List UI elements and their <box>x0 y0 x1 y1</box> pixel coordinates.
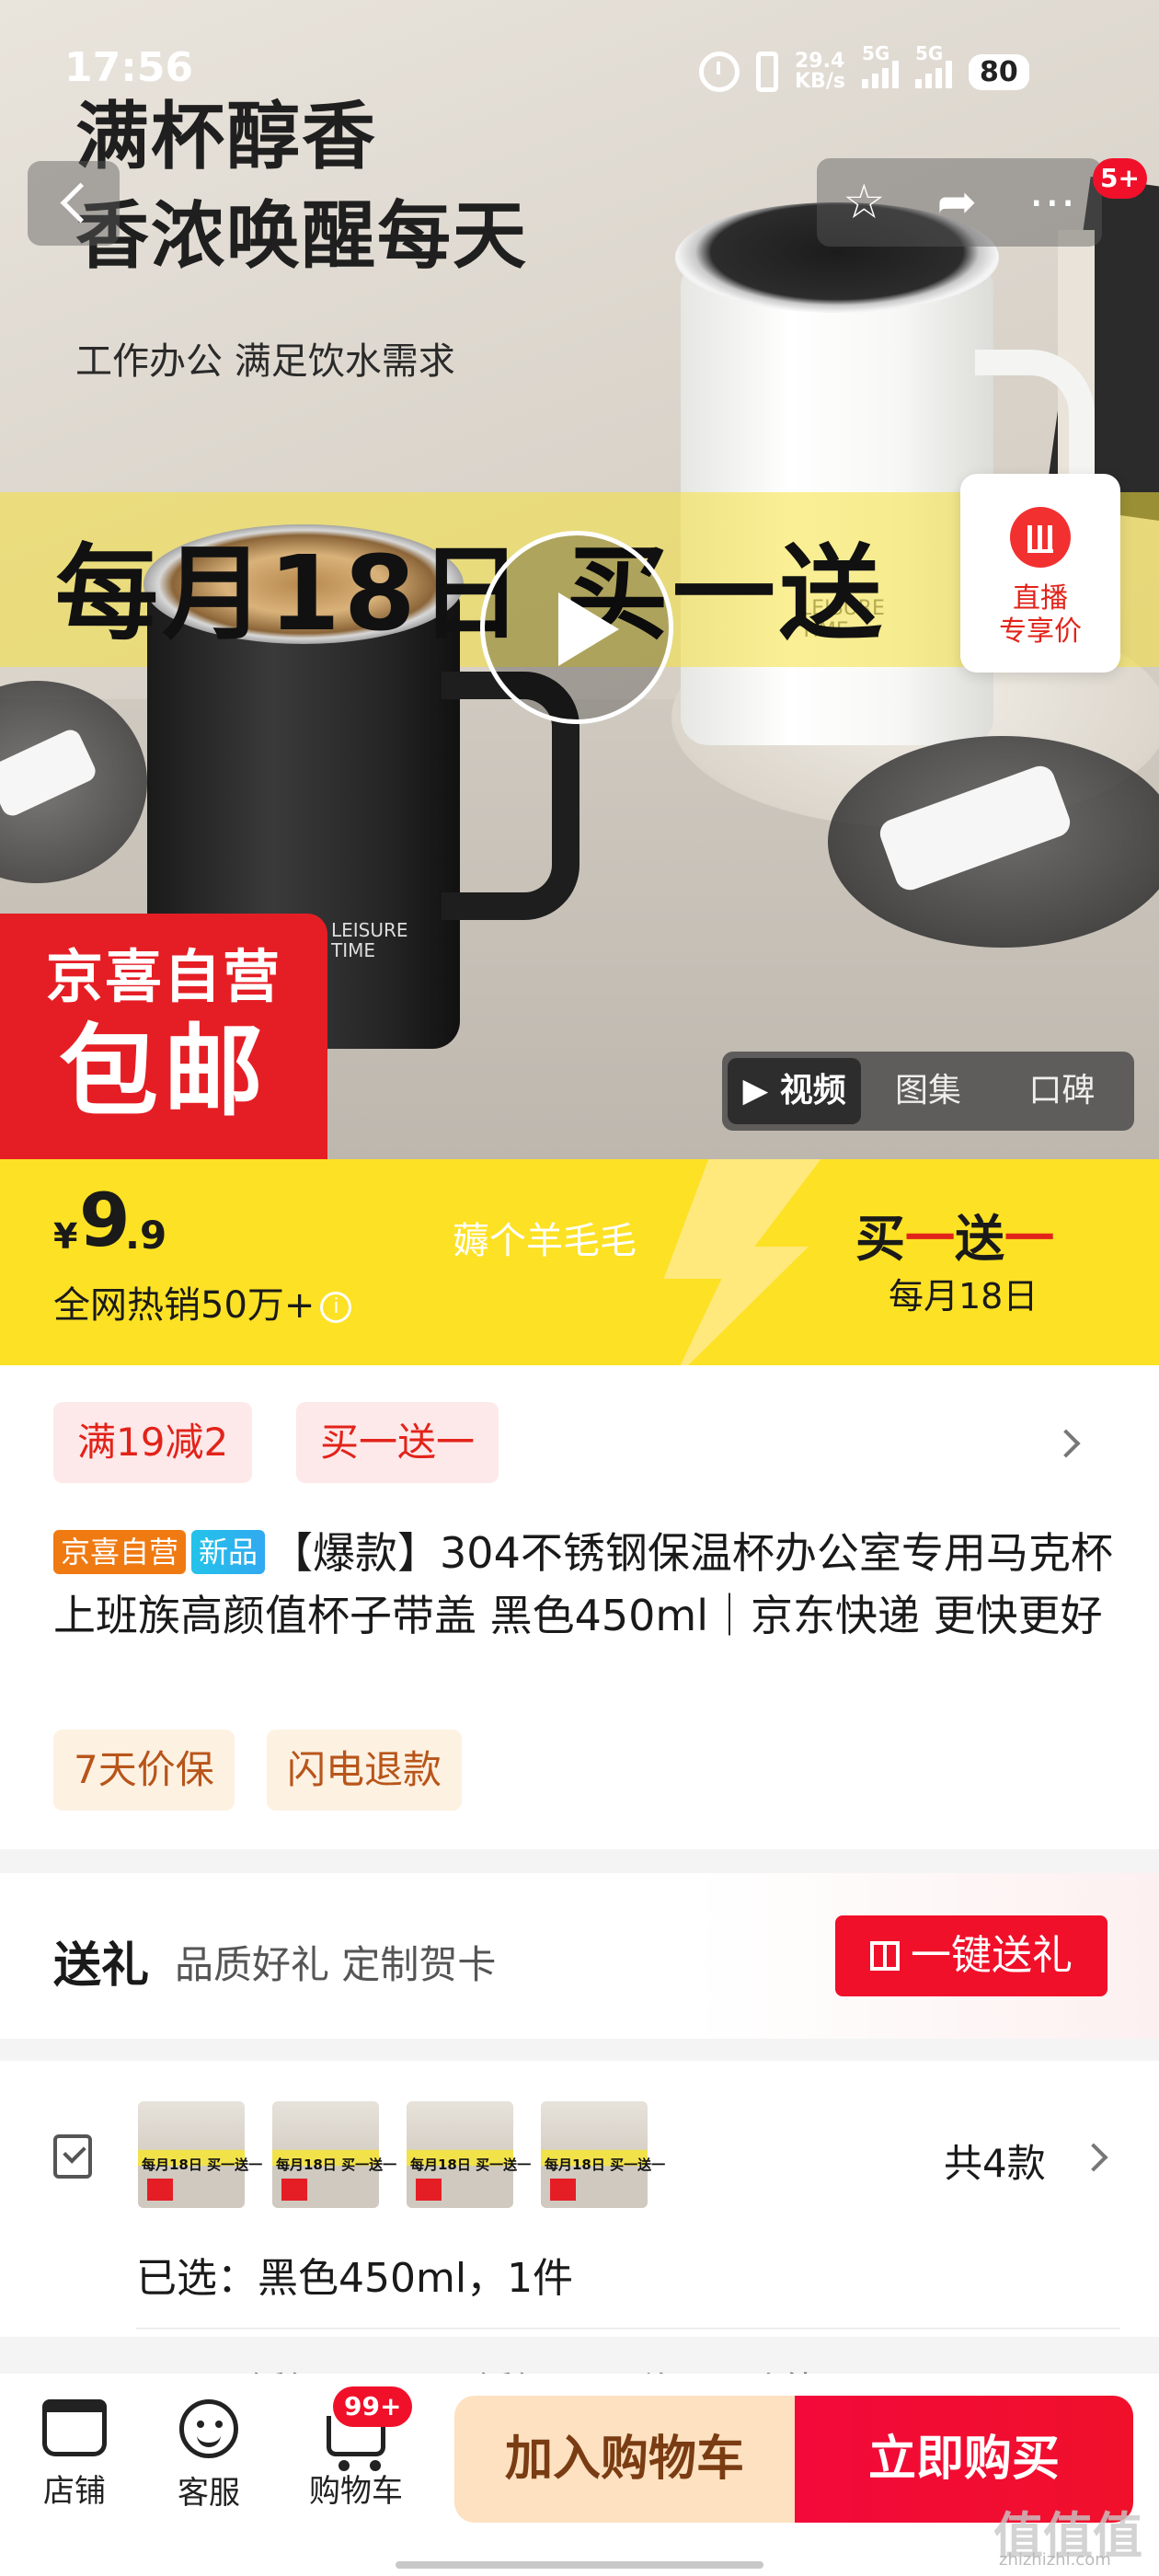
live-price-label: 直播 专享价 <box>999 582 1082 648</box>
hot-sales-label[interactable]: 全网热销50万+ i <box>53 1275 352 1328</box>
live-price-button[interactable]: 直播 专享价 <box>960 474 1120 673</box>
battery-indicator: 80 <box>968 53 1029 90</box>
hero-promo-text: 每月18日 买一送 <box>55 535 886 654</box>
lid-right-image <box>828 736 1159 948</box>
top-actions: ☆ ➦ ⋯ <box>817 158 1102 247</box>
watermark-url: zhizhizhi.com <box>999 2550 1111 2570</box>
spec-selector[interactable]: 每月18日 买一送一 每月18日 买一送一 每月18日 买一送一 每月18日 买… <box>0 2061 1159 2414</box>
net-speed: 29.4 KB/s <box>795 50 845 93</box>
play-video-button[interactable] <box>480 531 673 724</box>
add-to-cart-button[interactable]: 加入购物车 <box>454 2396 795 2523</box>
signal-2-icon: 5G <box>914 42 952 88</box>
coupon-chevron-right-icon[interactable] <box>1051 1429 1081 1458</box>
bottom-action-bar: 店铺 客服 购物车 99+ 加入购物车 立即购买 <box>0 2374 1159 2576</box>
variant-thumbnail[interactable]: 每月18日 买一送一 <box>138 2101 262 2208</box>
banner-slogan: 薅个羊毛毛 <box>453 1220 637 1262</box>
coupon-bogo[interactable]: 买一送一 <box>296 1402 499 1483</box>
customer-service-icon <box>179 2399 238 2458</box>
share-icon[interactable]: ➦ <box>937 178 978 226</box>
store-button[interactable]: 店铺 <box>6 2399 143 2511</box>
spec-check-icon <box>53 2134 92 2179</box>
media-tabs: ▶ 视频 图集 口碑 <box>722 1052 1134 1131</box>
store-icon <box>42 2399 107 2456</box>
back-button[interactable] <box>28 161 120 246</box>
price-decimal: .9 <box>125 1213 167 1258</box>
price-integer: 9 <box>79 1178 131 1263</box>
gift-icon <box>870 1941 900 1971</box>
home-indicator[interactable] <box>396 2561 763 2569</box>
gift-row[interactable]: 送礼 品质好礼 定制贺卡 一键送礼 <box>0 1873 1159 2039</box>
customer-service-button[interactable]: 客服 <box>140 2399 278 2513</box>
tab-gallery[interactable]: 图集 <box>861 1058 994 1124</box>
gift-label: 送礼 <box>53 1938 150 1994</box>
coupon-discount[interactable]: 满19减2 <box>53 1402 253 1483</box>
price-banner: ¥ 9 .9 全网热销50万+ i 薅个羊毛毛 买一送一 每月18日 <box>0 1159 1159 1365</box>
hero-subheadline: 工作办公 满足饮水需求 <box>75 340 455 383</box>
tab-video[interactable]: ▶ 视频 <box>728 1058 862 1124</box>
status-icons: 29.4 KB/s 5G 5G 80 <box>699 42 1029 99</box>
bogo-title: 买一送一 <box>855 1210 1054 1268</box>
cart-count-badge: 99+ <box>333 2386 413 2427</box>
info-icon[interactable]: i <box>320 1292 352 1323</box>
black-mug-logo: LEISURE TIME <box>331 919 408 961</box>
product-info-card: 满19减2 买一送一 京喜自营 新品 【爆款】304不锈钢保温杯办公室专用马克杯上班… <box>0 1365 1159 1849</box>
status-time: 17:56 <box>64 44 194 91</box>
product-title: 京喜自营 新品 【爆款】304不锈钢保温杯办公室专用马克杯上班族高颜值杯子带盖 黑色… <box>53 1522 1120 1647</box>
send-gift-button[interactable]: 一键送礼 <box>835 1915 1107 1996</box>
spec-chevron-right-icon[interactable] <box>1079 2143 1108 2172</box>
variant-thumbnail[interactable]: 每月18日 买一送一 <box>541 2101 665 2208</box>
more-icon[interactable]: ⋯ <box>1028 178 1076 226</box>
tag-jingxi-self: 京喜自营 <box>53 1530 187 1574</box>
tab-reviews[interactable]: 口碑 <box>995 1058 1129 1124</box>
signal-1-icon: 5G <box>861 42 899 88</box>
variant-thumbnail[interactable]: 每月18日 买一送一 <box>407 2101 531 2208</box>
service-price-protect[interactable]: 7天价保 <box>53 1730 235 1811</box>
alarm-icon <box>699 52 740 92</box>
price-currency: ¥ <box>53 1216 78 1257</box>
vibrate-icon <box>756 52 778 92</box>
live-icon <box>1010 507 1071 568</box>
status-bar: 17:56 29.4 KB/s 5G 5G 80 <box>0 37 1159 101</box>
favorite-star-icon[interactable]: ☆ <box>843 178 886 226</box>
message-badge: 5+ <box>1093 158 1147 199</box>
spec-divider <box>136 2328 1120 2329</box>
gift-desc: 品质好礼 定制贺卡 <box>175 1942 497 1987</box>
hero-headline: 满杯醇香 香浓唤醒每天 <box>75 94 528 279</box>
variant-thumbnail[interactable]: 每月18日 买一送一 <box>272 2101 396 2208</box>
lightning-bolt-icon <box>663 1159 828 1365</box>
bogo-date: 每月18日 <box>889 1276 1039 1317</box>
service-fast-refund[interactable]: 闪电退款 <box>267 1730 463 1811</box>
jingxi-free-shipping-stamp: 京喜自营 包邮 <box>0 914 327 1159</box>
variant-count[interactable]: 共4款 <box>944 2133 1046 2189</box>
selected-variant: 已选：黑色450ml，1件 <box>136 2255 574 2302</box>
tag-new: 新品 <box>191 1530 266 1574</box>
